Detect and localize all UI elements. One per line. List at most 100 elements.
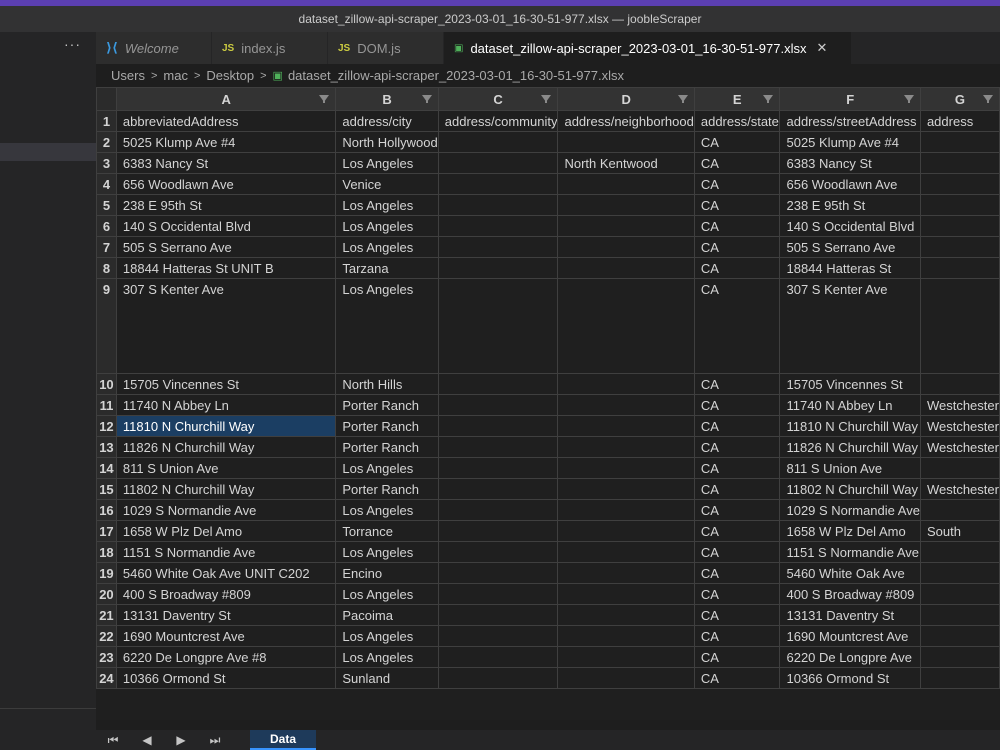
table-cell[interactable]: CA (693, 562, 781, 584)
sheet-tab-data[interactable]: Data (250, 730, 317, 750)
table-cell[interactable] (557, 604, 695, 626)
table-cell[interactable] (557, 457, 695, 479)
table-cell[interactable]: Los Angeles (335, 236, 439, 258)
table-cell[interactable]: 6220 De Longpre Ave #8 (115, 646, 337, 668)
last-sheet-icon[interactable]: ⏭ (198, 733, 232, 748)
table-cell[interactable] (919, 173, 1000, 195)
filter-icon[interactable] (903, 95, 914, 103)
table-cell[interactable] (437, 194, 559, 216)
table-cell[interactable]: Los Angeles (335, 152, 439, 174)
filter-icon[interactable] (541, 95, 552, 103)
table-cell[interactable]: 307 S Kenter Ave (115, 278, 337, 374)
table-cell[interactable] (919, 373, 1000, 395)
row-header[interactable]: 14 (96, 457, 117, 479)
row-header[interactable]: 18 (96, 541, 117, 563)
row-header[interactable]: 17 (96, 520, 117, 542)
table-cell[interactable] (919, 646, 1000, 668)
table-cell[interactable]: 10366 Ormond St (115, 667, 337, 689)
table-cell[interactable]: 811 S Union Ave (779, 457, 921, 479)
table-cell[interactable]: 11802 N Churchill Way (779, 478, 921, 500)
table-cell[interactable]: Westchester (919, 415, 1000, 437)
table-cell[interactable]: 10366 Ormond St (779, 667, 921, 689)
table-cell[interactable]: CA (693, 173, 781, 195)
filter-icon[interactable] (319, 95, 330, 103)
row-header[interactable]: 9 (96, 278, 117, 374)
row-header[interactable]: 1 (96, 110, 117, 132)
table-cell[interactable]: address/streetAddress (779, 110, 921, 132)
table-cell[interactable]: 505 S Serrano Ave (779, 236, 921, 258)
table-cell[interactable]: 5025 Klump Ave #4 (115, 131, 337, 153)
table-cell[interactable]: 11740 N Abbey Ln (779, 394, 921, 416)
table-cell[interactable] (437, 562, 559, 584)
table-cell[interactable] (437, 394, 559, 416)
table-cell[interactable]: Los Angeles (335, 646, 439, 668)
table-cell[interactable]: 11810 N Churchill Way (115, 415, 337, 437)
table-cell[interactable]: 811 S Union Ave (115, 457, 337, 479)
row-header[interactable]: 15 (96, 478, 117, 500)
column-header[interactable]: E (693, 87, 781, 111)
table-cell[interactable]: 1690 Mountcrest Ave (115, 625, 337, 647)
table-cell[interactable] (919, 667, 1000, 689)
table-cell[interactable] (437, 131, 559, 153)
table-cell[interactable]: North Hollywood (335, 131, 439, 153)
table-cell[interactable] (437, 373, 559, 395)
table-cell[interactable]: 5460 White Oak Ave UNIT C202 (115, 562, 337, 584)
table-cell[interactable]: Los Angeles (335, 278, 439, 374)
table-cell[interactable]: 15705 Vincennes St (779, 373, 921, 395)
table-cell[interactable] (437, 457, 559, 479)
breadcrumb-item[interactable]: dataset_zillow-api-scraper_2023-03-01_16… (288, 68, 624, 83)
table-cell[interactable]: 1690 Mountcrest Ave (779, 625, 921, 647)
column-header[interactable]: F (779, 87, 921, 111)
table-cell[interactable]: Los Angeles (335, 625, 439, 647)
table-cell[interactable] (437, 415, 559, 437)
table-cell[interactable] (437, 625, 559, 647)
table-cell[interactable]: CA (693, 278, 781, 374)
row-header[interactable]: 7 (96, 236, 117, 258)
table-cell[interactable] (557, 131, 695, 153)
table-cell[interactable] (557, 541, 695, 563)
table-cell[interactable] (919, 194, 1000, 216)
table-cell[interactable]: Westchester (919, 478, 1000, 500)
table-cell[interactable]: CA (693, 415, 781, 437)
table-cell[interactable] (557, 215, 695, 237)
table-cell[interactable]: Los Angeles (335, 457, 439, 479)
table-cell[interactable]: 15705 Vincennes St (115, 373, 337, 395)
table-cell[interactable]: 1029 S Normandie Ave (115, 499, 337, 521)
table-cell[interactable]: 238 E 95th St (779, 194, 921, 216)
table-cell[interactable]: CA (693, 373, 781, 395)
table-cell[interactable] (557, 436, 695, 458)
close-icon[interactable]: ✕ (816, 40, 827, 56)
row-header[interactable]: 12 (96, 415, 117, 437)
table-cell[interactable] (919, 257, 1000, 279)
table-cell[interactable]: 1151 S Normandie Ave (779, 541, 921, 563)
table-cell[interactable]: North Kentwood (557, 152, 695, 174)
table-cell[interactable]: 11810 N Churchill Way (779, 415, 921, 437)
table-cell[interactable]: address/community (437, 110, 559, 132)
breadcrumb-item[interactable]: mac (163, 68, 188, 83)
filter-icon[interactable] (677, 95, 688, 103)
table-cell[interactable]: Los Angeles (335, 215, 439, 237)
prev-sheet-icon[interactable]: ◀ (130, 733, 164, 747)
breadcrumb-item[interactable]: Desktop (206, 68, 254, 83)
sidebar-selected-item[interactable] (0, 143, 96, 161)
row-header[interactable]: 16 (96, 499, 117, 521)
row-header[interactable]: 13 (96, 436, 117, 458)
table-cell[interactable] (919, 499, 1000, 521)
table-cell[interactable]: 11826 N Churchill Way (779, 436, 921, 458)
filter-icon[interactable] (763, 95, 774, 103)
table-cell[interactable]: 5025 Klump Ave #4 (779, 131, 921, 153)
table-cell[interactable]: Porter Ranch (335, 415, 439, 437)
table-cell[interactable]: Los Angeles (335, 583, 439, 605)
column-header[interactable]: D (557, 87, 695, 111)
table-cell[interactable]: Porter Ranch (335, 436, 439, 458)
table-cell[interactable]: Sunland (335, 667, 439, 689)
table-cell[interactable]: North Hills (335, 373, 439, 395)
table-cell[interactable]: 400 S Broadway #809 (115, 583, 337, 605)
table-cell[interactable]: 238 E 95th St (115, 194, 337, 216)
table-cell[interactable]: address/state (693, 110, 781, 132)
table-cell[interactable] (437, 215, 559, 237)
table-cell[interactable]: 13131 Daventry St (115, 604, 337, 626)
table-cell[interactable]: 400 S Broadway #809 (779, 583, 921, 605)
table-cell[interactable]: CA (693, 457, 781, 479)
table-cell[interactable] (919, 131, 1000, 153)
